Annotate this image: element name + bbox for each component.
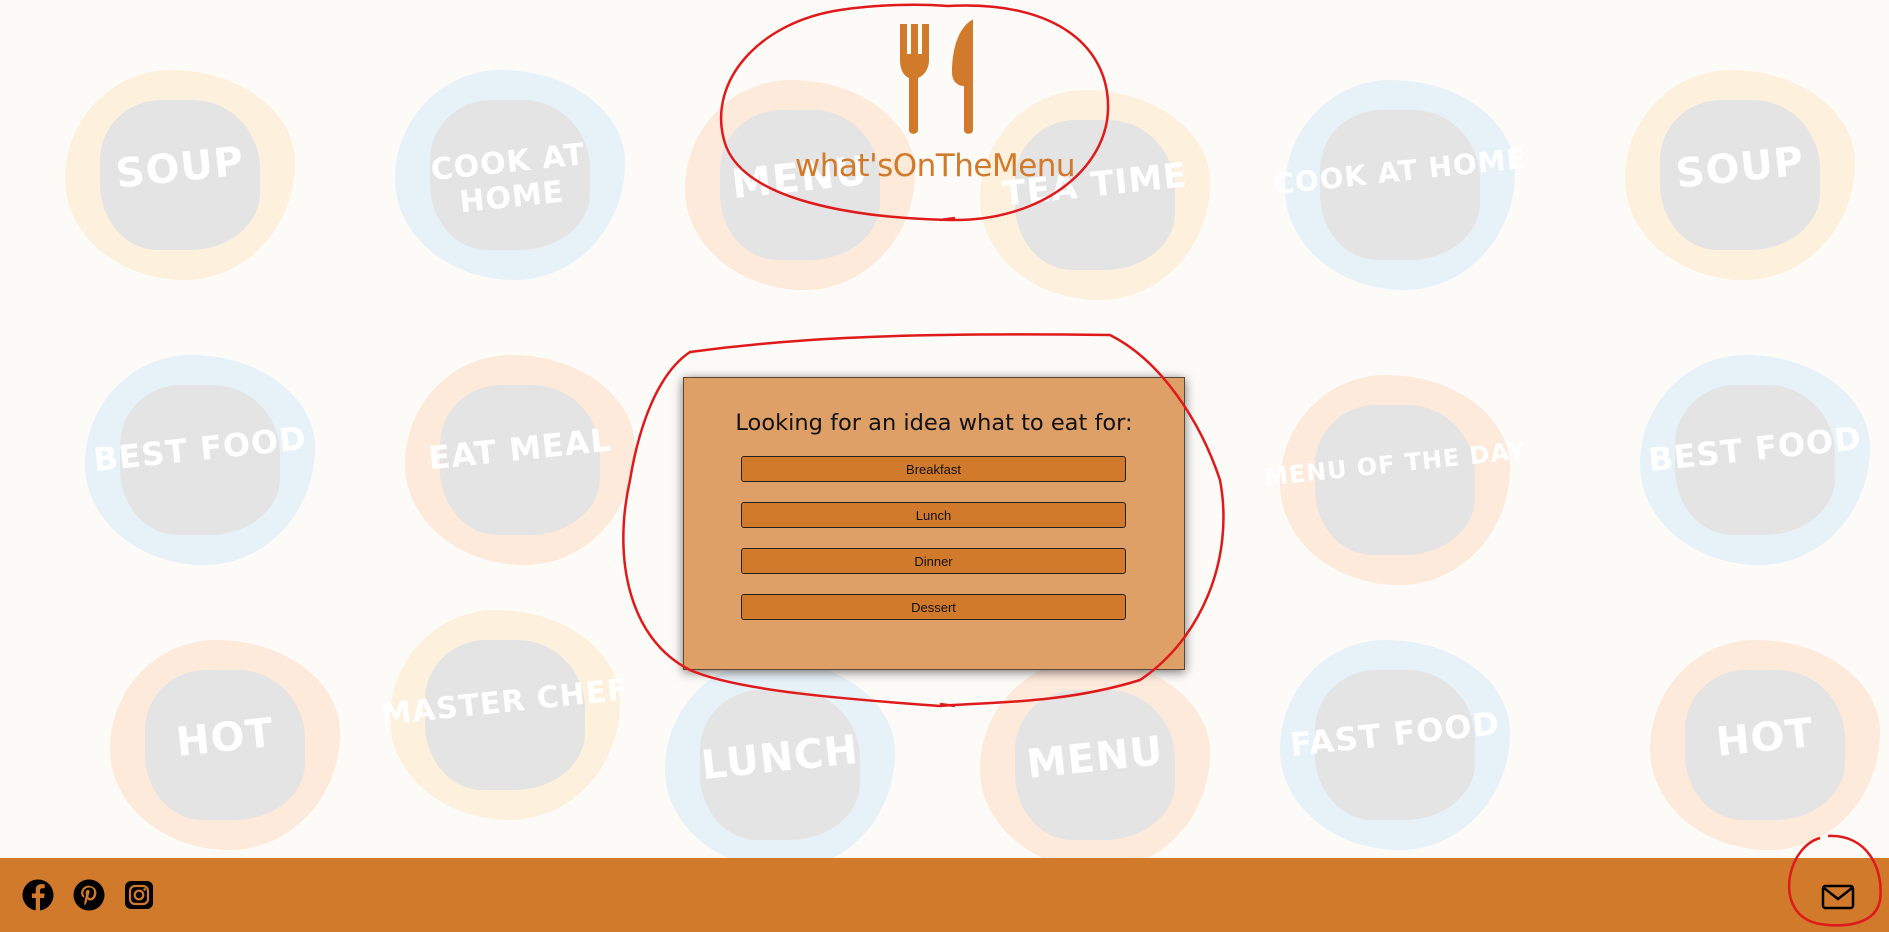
background-badge: HOT <box>1630 620 1889 858</box>
dessert-button[interactable]: Dessert <box>741 594 1126 620</box>
background-badge: COOK AT HOME <box>1265 60 1535 310</box>
background-badge: FAST FOOD <box>1260 620 1530 858</box>
pinterest-icon[interactable] <box>72 878 106 912</box>
site-logo[interactable]: what'sOnTheMenu <box>735 18 1135 184</box>
background-badge: SOUP <box>1605 50 1875 300</box>
fork-and-knife-icon <box>900 19 973 134</box>
background-badge: HOT <box>90 620 360 858</box>
site-title: what'sOnTheMenu <box>794 148 1076 184</box>
background-badge: SOUP <box>45 50 315 300</box>
lunch-button[interactable]: Lunch <box>741 502 1126 528</box>
background-badge: BEST FOOD <box>1620 335 1889 585</box>
mail-icon[interactable] <box>1821 883 1855 911</box>
background-badge: MENU OF THE DAY <box>1260 355 1530 605</box>
instagram-icon[interactable] <box>122 878 156 912</box>
footer <box>0 858 1889 932</box>
meal-selection-card: Looking for an idea what to eat for: Bre… <box>683 377 1185 670</box>
breakfast-button[interactable]: Breakfast <box>741 456 1126 482</box>
meal-button-list: Breakfast Lunch Dinner Dessert <box>684 456 1184 620</box>
background-badge: MASTER CHEF <box>370 590 640 840</box>
background-badge: BEST FOOD <box>65 335 335 585</box>
dinner-button[interactable]: Dinner <box>741 548 1126 574</box>
background-badge: LUNCH <box>645 640 915 858</box>
background-badge: COOK AT HOME <box>375 50 645 300</box>
background-badge: MENU <box>960 640 1230 858</box>
facebook-icon[interactable] <box>21 878 55 912</box>
card-heading: Looking for an idea what to eat for: <box>735 410 1133 436</box>
background-badge: EAT MEAL <box>385 335 655 585</box>
